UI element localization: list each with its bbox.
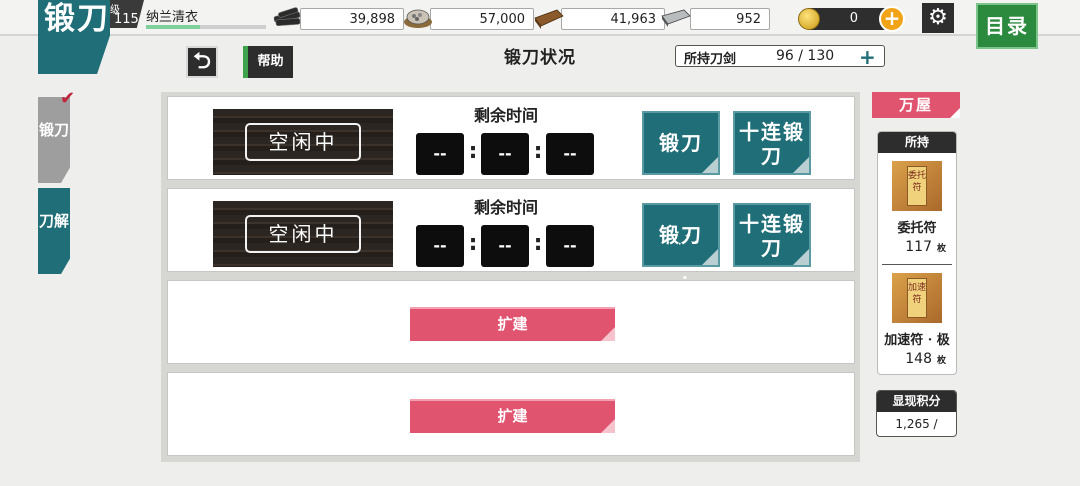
timer-minutes: -- xyxy=(481,133,529,175)
expand-sword-capacity-button[interactable]: + xyxy=(859,45,876,69)
slot-status: 空闲中 xyxy=(245,123,361,161)
back-arrow-icon: ⮌ xyxy=(193,48,211,74)
timer-seconds: -- xyxy=(546,225,594,267)
tab-dismantle[interactable]: 刀解 xyxy=(38,188,70,274)
timer-hours: -- xyxy=(416,225,464,267)
timer-separator: : xyxy=(468,231,478,256)
inventory-item-name: 加速符 · 极 xyxy=(884,333,950,348)
resource-charcoal: 39,898 xyxy=(300,8,404,30)
forge-button[interactable]: 锻刀 ✦ · · • xyxy=(642,203,720,284)
timer-separator: : xyxy=(533,139,543,164)
settings-gear-icon[interactable]: ⚙ xyxy=(922,3,954,33)
talisman-label: 加速符 xyxy=(907,278,927,318)
timer-separator: : xyxy=(533,231,543,256)
expand-button[interactable]: 扩建 xyxy=(410,399,615,433)
inventory-item-count: 117 枚 xyxy=(905,239,946,255)
shop-button[interactable]: 万屋 xyxy=(872,92,960,118)
remaining-time-label: 剩余时间 xyxy=(473,106,538,125)
tab-forge[interactable]: 锻刀 xyxy=(38,97,70,183)
locked-slot: 扩建 xyxy=(167,372,855,456)
checkmark-icon: ✔ xyxy=(60,88,76,109)
timer-minutes: -- xyxy=(481,225,529,267)
inventory-item-unit: 枚 xyxy=(936,244,946,254)
points-value: 1,265 / 5,000 xyxy=(895,417,938,431)
locked-slot: 扩建 xyxy=(167,280,855,364)
remaining-time-label: 剩余时间 xyxy=(473,198,538,217)
request-talisman-icon: 委托符 xyxy=(892,161,942,211)
resource-tamahagane: 57,000 xyxy=(430,8,534,30)
resource-tamahagane-value: 57,000 xyxy=(479,12,526,27)
inventory-item-count-value: 148 xyxy=(905,351,932,367)
level-value: 115 xyxy=(114,12,139,27)
inventory-item-unit: 枚 xyxy=(936,356,946,366)
ten-forge-button[interactable]: 十连锻刀 xyxy=(733,203,811,267)
back-button[interactable]: ⮌ xyxy=(186,46,218,78)
whetstone-icon xyxy=(660,6,692,30)
tab-forge-label: 锻刀 xyxy=(38,121,69,139)
timer-hours: -- xyxy=(416,133,464,175)
inventory-item-count-value: 117 xyxy=(905,239,932,255)
tab-dismantle-label: 刀解 xyxy=(38,212,69,230)
inventory-item: 委托符 委托符 117 枚 xyxy=(878,153,956,264)
manifest-points-panel: 显现积分 1,265 / 5,000 xyxy=(876,390,957,437)
forge-slot-panel: 空闲中 剩余时间 -- : -- : -- 锻刀 十连锻刀 空闲中 剩余时间 -… xyxy=(161,92,860,462)
resource-cooling-material: 41,963 xyxy=(561,8,665,30)
inventory-item-name: 委托符 xyxy=(897,221,937,236)
resource-whetstone: 952 xyxy=(690,8,770,30)
slot-status: 空闲中 xyxy=(245,215,361,253)
inventory-item: 加速符 加速符 · 极 148 枚 xyxy=(882,264,952,374)
koban-coin-icon xyxy=(798,8,820,30)
resource-charcoal-value: 39,898 xyxy=(349,12,396,27)
timer-separator: : xyxy=(468,139,478,164)
exp-bar xyxy=(146,25,266,29)
resource-whetstone-value: 952 xyxy=(736,12,761,27)
tamahagane-icon xyxy=(402,6,434,30)
cooling-material-icon xyxy=(533,6,565,30)
add-koban-button[interactable]: + xyxy=(879,6,905,32)
sword-count-label: 所持刀剑 xyxy=(684,52,737,67)
forge-slot: 空闲中 剩余时间 -- : -- : -- 锻刀 十连锻刀 xyxy=(167,96,855,180)
talisman-label: 委托符 xyxy=(907,166,927,206)
points-header: 显现积分 xyxy=(877,391,956,412)
menu-button[interactable]: 目录 xyxy=(976,3,1038,49)
forge-slot: 空闲中 剩余时间 -- : -- : -- 锻刀 ✦ · · • 十连锻刀 xyxy=(167,188,855,284)
inventory-panel: 所持 委托符 委托符 117 枚 加速符 加速符 · 极 148 枚 xyxy=(877,131,957,375)
speedup-talisman-icon: 加速符 xyxy=(892,273,942,323)
slot-status-image: 空闲中 xyxy=(213,109,393,175)
forge-button[interactable]: 锻刀 xyxy=(642,111,720,175)
exp-bar-fill xyxy=(146,25,200,29)
page-title-tag: 锻刀 xyxy=(38,0,110,74)
page-title: 锻刀状况 xyxy=(504,48,576,68)
player-name: 纳兰清衣 xyxy=(146,10,199,25)
timer-seconds: -- xyxy=(546,133,594,175)
sword-count-box: 所持刀剑 96 / 130 + xyxy=(675,45,885,69)
inventory-item-count: 148 枚 xyxy=(905,351,946,367)
slot-status-image: 空闲中 xyxy=(213,201,393,267)
ten-forge-button[interactable]: 十连锻刀 xyxy=(733,111,811,175)
sword-count-value: 96 / 130 xyxy=(776,48,835,64)
sparkle-icon: · xyxy=(694,238,700,248)
inventory-header: 所持 xyxy=(878,132,956,153)
expand-button[interactable]: 扩建 xyxy=(410,307,615,341)
charcoal-icon xyxy=(272,6,304,30)
resource-cooling-material-value: 41,963 xyxy=(610,12,657,27)
koban-value: 0 xyxy=(849,11,858,26)
help-button[interactable]: 帮助 xyxy=(243,46,293,78)
